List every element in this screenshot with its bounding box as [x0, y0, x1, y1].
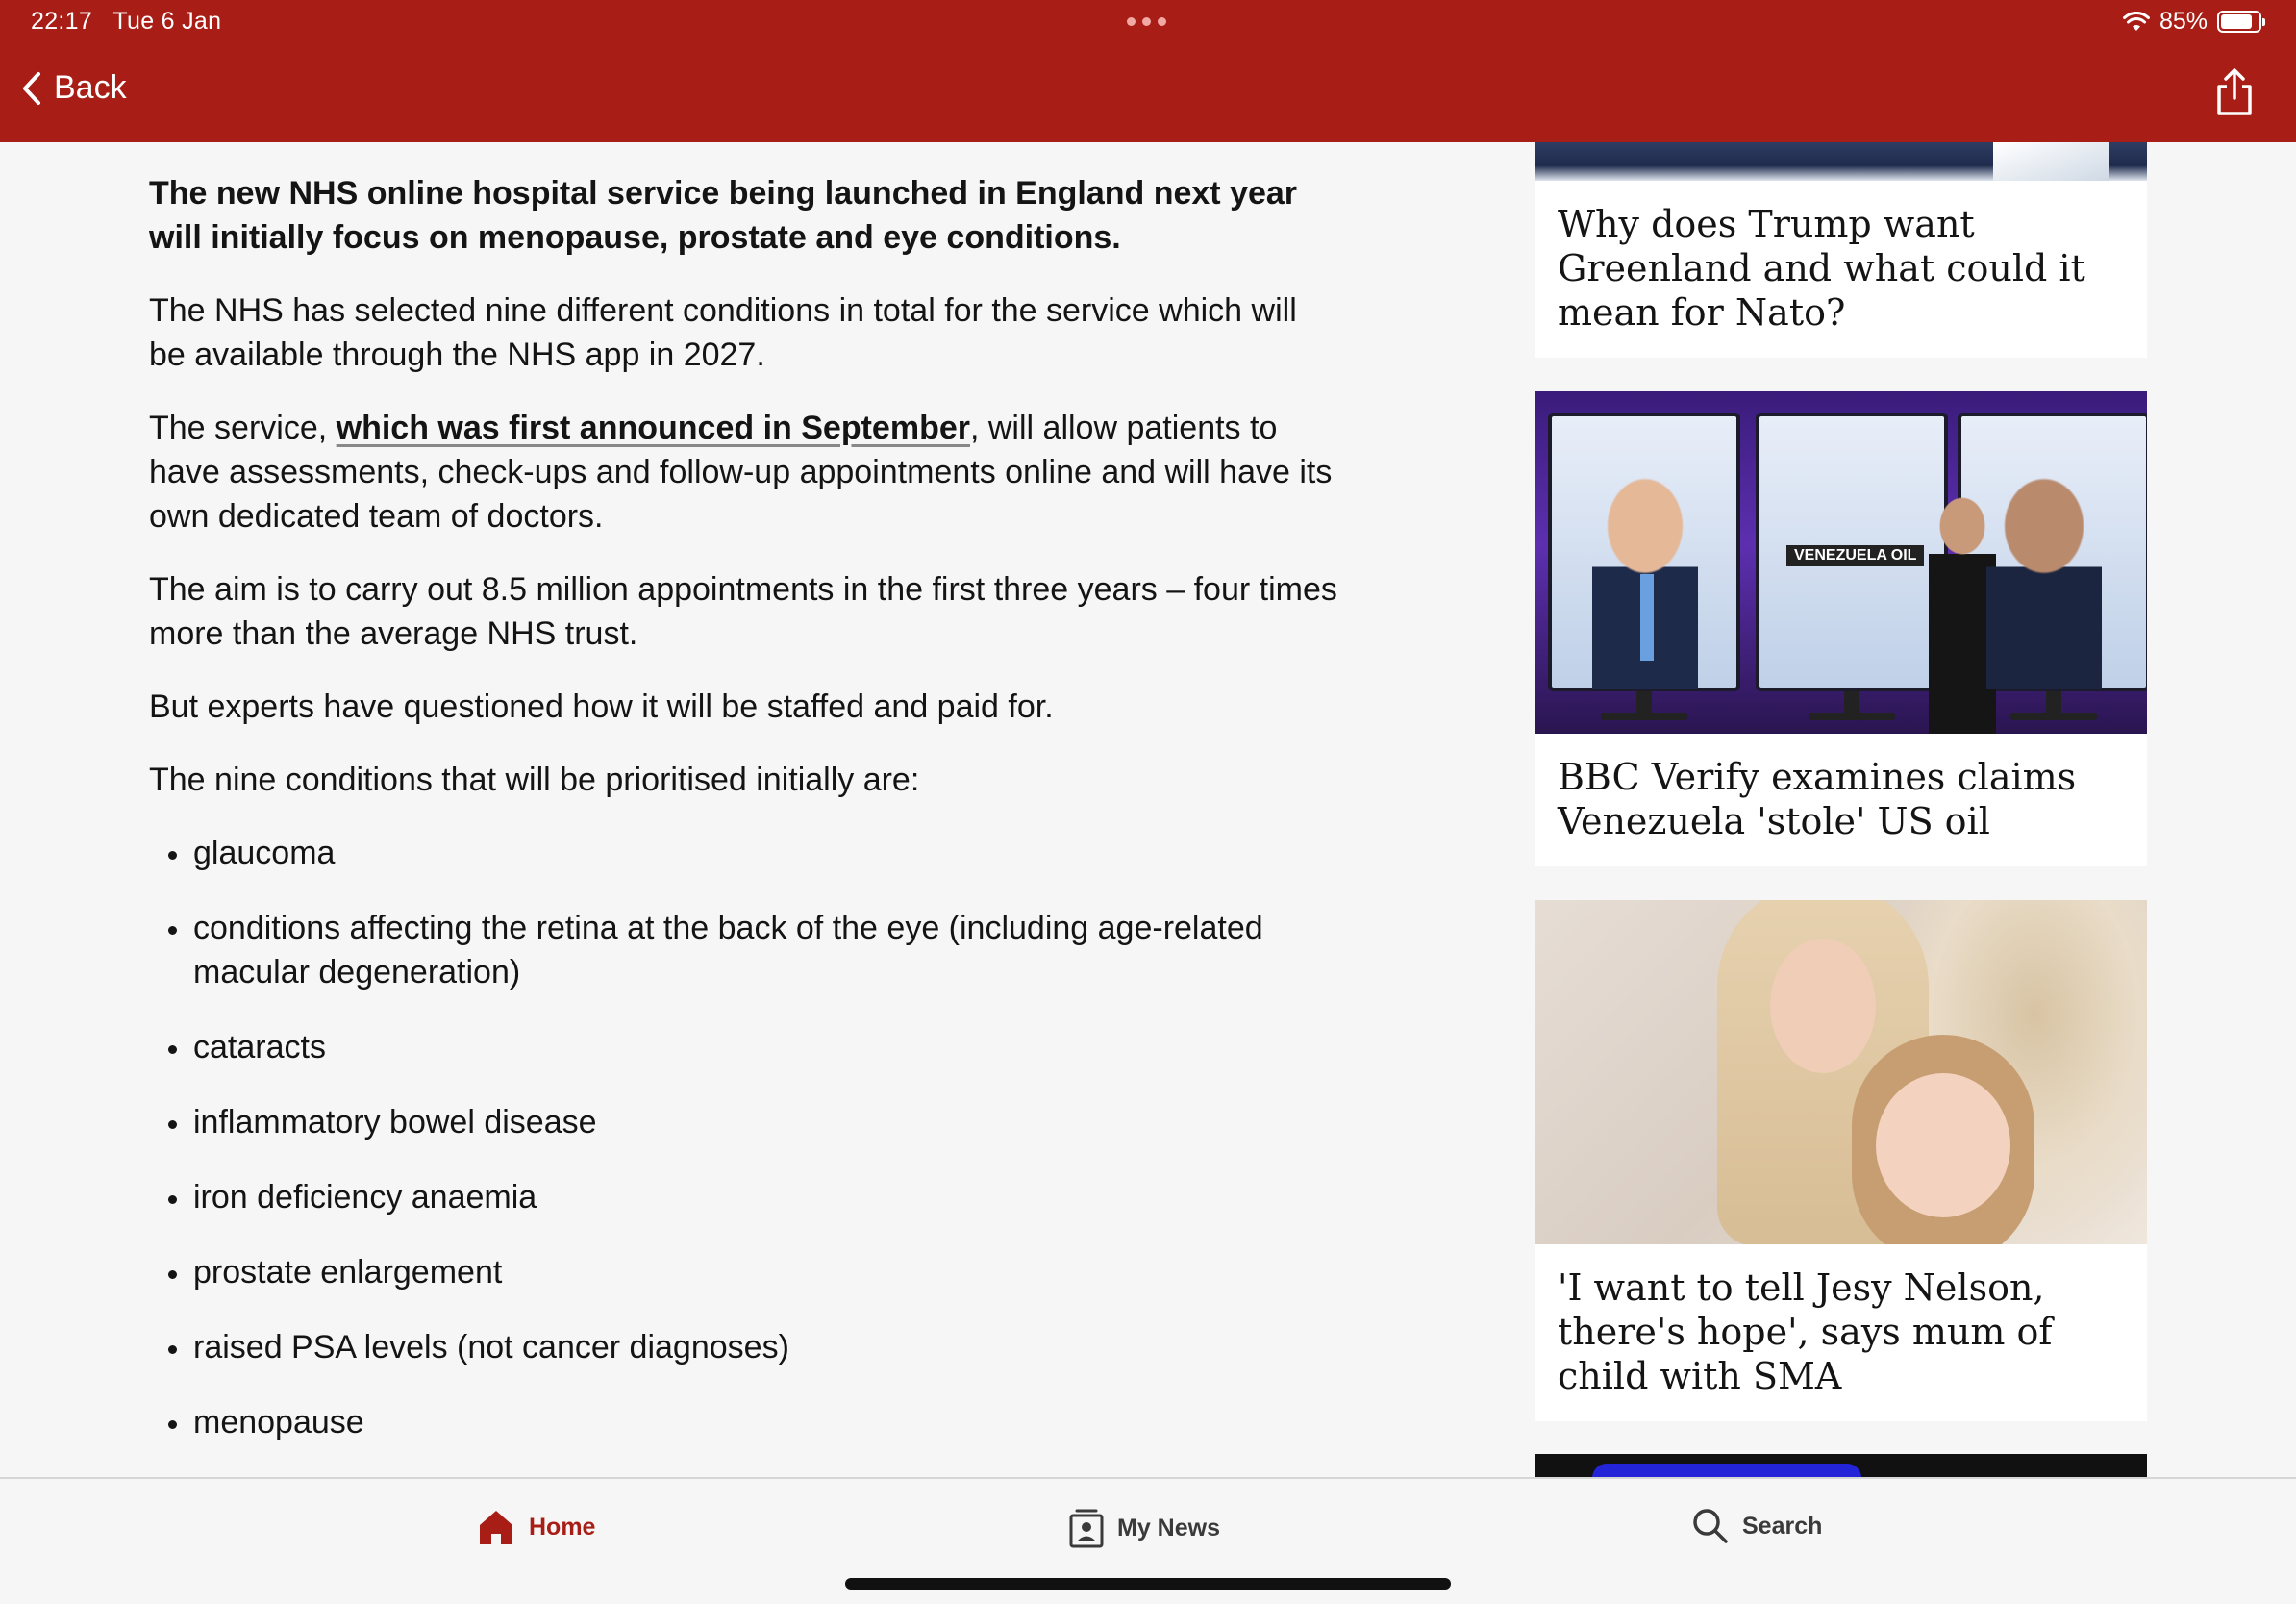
- status-bar-right: 85%: [2122, 8, 2265, 36]
- multitasking-dots-icon[interactable]: [1127, 17, 1166, 26]
- list-item: inflammatory bowel disease: [149, 1100, 1341, 1144]
- tab-label: My News: [1117, 1514, 1220, 1541]
- article-lead: The new NHS online hospital service bein…: [149, 175, 1298, 256]
- related-stories-sidebar[interactable]: Why does Trump want Greenland and what c…: [1535, 142, 2147, 1477]
- story-image: VENEZUELA OIL: [1535, 391, 2147, 734]
- app-header: 22:17 Tue 6 Jan 85% Back: [0, 0, 2296, 142]
- article-paragraph: The NHS has selected nine different cond…: [149, 292, 1297, 373]
- story-image: [1535, 142, 2147, 181]
- person-figure: [1986, 478, 2102, 689]
- tab-label: Home: [529, 1513, 596, 1541]
- list-item: glaucoma: [149, 831, 1341, 875]
- home-icon: [480, 1511, 512, 1544]
- list-item: raised PSA levels (not cancer diagnoses): [149, 1325, 1341, 1369]
- chevron-left-icon: [23, 71, 40, 105]
- status-date: Tue 6 Jan: [112, 8, 222, 35]
- conditions-list: glaucoma conditions affecting the retina…: [149, 831, 1341, 1444]
- article-paragraph: The aim is to carry out 8.5 million appo…: [149, 571, 1337, 652]
- story-title: BBC Verify examines claims Venezuela 'st…: [1558, 756, 2077, 842]
- article-paragraph: The service, which was first announced i…: [149, 406, 1341, 539]
- list-item: iron deficiency anaemia: [149, 1175, 1341, 1219]
- story-card-partial[interactable]: [1535, 1454, 2147, 1477]
- story-image: [1535, 900, 2147, 1244]
- tab-home[interactable]: Home: [477, 1508, 595, 1546]
- announcement-link[interactable]: which was first announced in September: [337, 410, 970, 446]
- story-card-venezuela[interactable]: VENEZUELA OIL BBC Verify examines claims…: [1535, 391, 2147, 866]
- tab-my-news[interactable]: My News: [1069, 1508, 1220, 1548]
- battery-icon: [2217, 11, 2265, 33]
- article-paragraph: But experts have questioned how it will …: [149, 689, 1054, 725]
- story-title: Why does Trump want Greenland and what c…: [1558, 203, 2085, 334]
- article-body[interactable]: The new NHS online hospital service bein…: [149, 142, 1341, 1477]
- tab-label: Search: [1742, 1512, 1823, 1540]
- status-bar-time: 22:17 Tue 6 Jan: [31, 8, 221, 36]
- list-item: prostate enlargement: [149, 1250, 1341, 1294]
- status-time: 22:17: [31, 8, 93, 35]
- search-icon: [1693, 1509, 1728, 1543]
- story-card-greenland[interactable]: Why does Trump want Greenland and what c…: [1535, 142, 2147, 358]
- story-title: 'I want to tell Jesy Nelson, there's hop…: [1558, 1266, 2053, 1397]
- share-button[interactable]: [2213, 67, 2256, 117]
- paragraph-text: The service,: [149, 410, 337, 446]
- share-icon: [2217, 68, 2252, 115]
- wifi-icon: [2122, 11, 2150, 31]
- list-item: menopause: [149, 1400, 1341, 1444]
- home-indicator[interactable]: [845, 1578, 1451, 1590]
- battery-percent: 85%: [2159, 8, 2208, 35]
- battery-fill: [2221, 14, 2253, 29]
- story-image: [1535, 1454, 2147, 1477]
- back-button[interactable]: Back: [21, 69, 127, 107]
- my-news-icon: [1069, 1509, 1104, 1548]
- back-label: Back: [54, 69, 127, 106]
- tab-search[interactable]: Search: [1692, 1508, 1822, 1544]
- image-caption-label: VENEZUELA OIL: [1786, 545, 1925, 566]
- article-paragraph: The nine conditions that will be priorit…: [149, 762, 920, 798]
- list-item: conditions affecting the retina at the b…: [149, 906, 1341, 994]
- story-card-jesy-nelson[interactable]: 'I want to tell Jesy Nelson, there's hop…: [1535, 900, 2147, 1421]
- list-item: cataracts: [149, 1025, 1341, 1069]
